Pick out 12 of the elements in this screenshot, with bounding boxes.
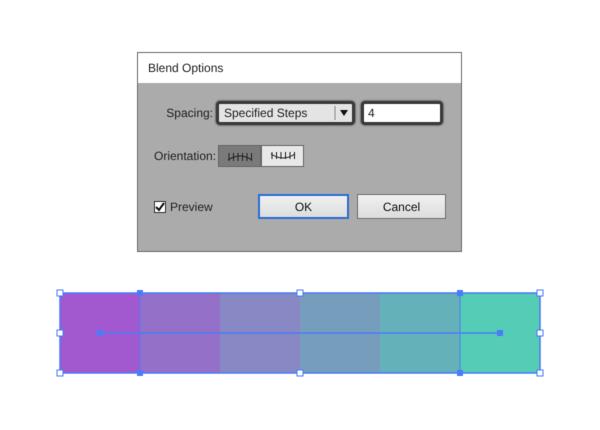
blend-spine[interactable] xyxy=(97,330,503,336)
dialog-title: Blend Options xyxy=(138,53,461,83)
preview-label: Preview xyxy=(170,198,213,216)
orientation-label: Orientation: xyxy=(153,148,218,165)
cancel-button[interactable]: Cancel xyxy=(357,194,446,219)
spacing-dropdown[interactable]: Specified Steps xyxy=(216,101,355,125)
orientation-button[interactable] xyxy=(261,145,304,167)
steps-field[interactable]: 4 xyxy=(361,101,443,125)
selection-frame[interactable] xyxy=(56,290,544,376)
spacing-label: Spacing: xyxy=(165,105,214,122)
preview-checkbox[interactable] xyxy=(154,200,166,212)
ok-button[interactable]: OK xyxy=(258,194,349,219)
